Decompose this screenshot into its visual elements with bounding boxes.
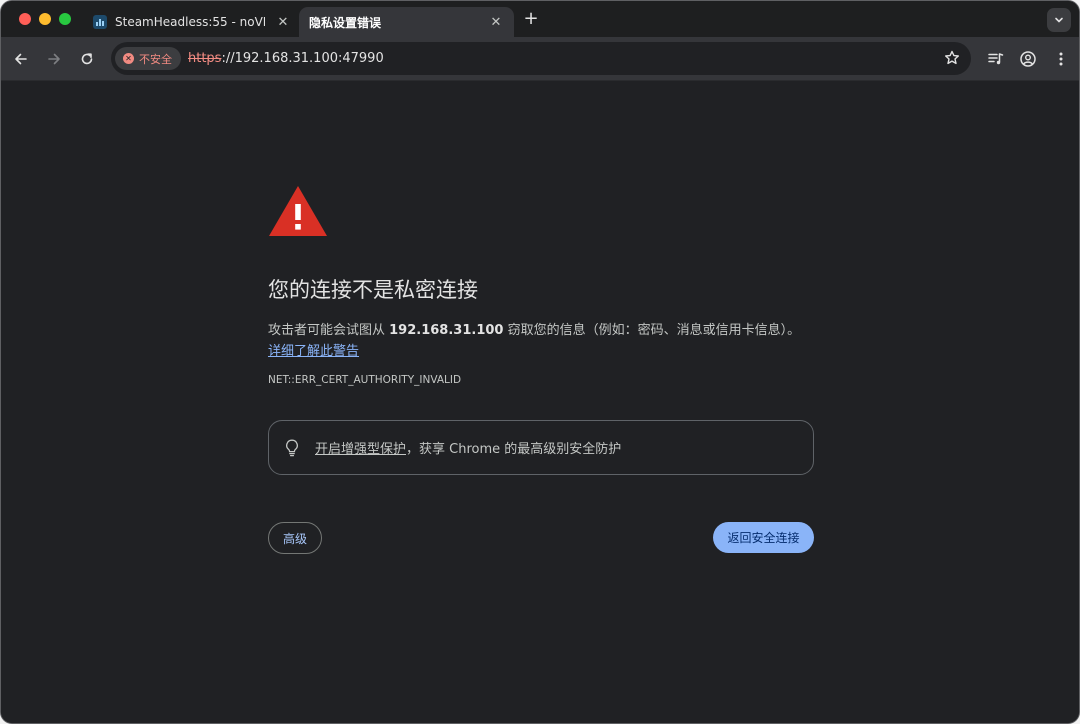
more-vert-icon [1059,52,1063,66]
learn-more-link[interactable]: 详细了解此警告 [268,340,359,359]
security-status-label: 不安全 [139,52,172,66]
desc-prefix: 攻击者可能会试图从 [268,323,390,338]
forward-button[interactable] [43,48,65,70]
tab-close-icon[interactable]: ✕ [488,15,504,30]
browser-window: SteamHeadless:55 - noVNC ✕ 隐私设置错误 ✕ + ✕ … [0,0,1080,724]
reload-button[interactable] [76,48,98,70]
address-bar[interactable]: ✕ 不安全 https://192.168.31.100:47990 [111,42,971,75]
profile-button[interactable] [1017,48,1039,70]
url-text[interactable]: https://192.168.31.100:47990 [188,51,384,66]
tab-title: SteamHeadless:55 - noVNC [115,15,265,29]
tab-strip: SteamHeadless:55 - noVNC ✕ 隐私设置错误 ✕ + [1,1,1079,37]
enhanced-protection-card: 开启增强型保护 ，获享 Chrome 的最高级别安全防护 [268,420,814,475]
not-secure-icon: ✕ [123,53,134,64]
lightbulb-icon [286,439,298,456]
bookmark-star-icon[interactable] [943,49,961,67]
back-button[interactable] [10,48,32,70]
chrome-menu-button[interactable] [1050,48,1072,70]
window-controls [19,13,71,25]
reading-list-button[interactable] [985,48,1007,70]
toolbar: ✕ 不安全 https://192.168.31.100:47990 [1,37,1079,81]
novnc-favicon-icon [93,15,107,29]
reload-icon [81,53,93,65]
error-description: 攻击者可能会试图从 192.168.31.100 窃取您的信息（例如：密码、消息… [268,319,800,338]
tab-steamheadless[interactable]: SteamHeadless:55 - noVNC ✕ [83,7,301,37]
enhanced-protection-link[interactable]: 开启增强型保护 [315,438,406,457]
minimize-window-button[interactable] [39,13,51,25]
new-tab-button[interactable]: + [521,9,541,29]
error-code: NET::ERR_CERT_AUTHORITY_INVALID [268,374,462,386]
page-title: 您的连接不是私密连接 [268,278,478,302]
warning-triangle-icon [269,186,327,236]
arrow-right-icon [48,53,60,65]
chevron-down-icon [1055,17,1063,23]
url-host: ://192.168.31.100:47990 [221,51,384,66]
close-window-button[interactable] [19,13,31,25]
advanced-button[interactable]: 高级 [268,522,322,554]
playlist-music-icon [988,53,1004,65]
tab-close-icon[interactable]: ✕ [275,15,291,30]
desc-suffix: 窃取您的信息（例如：密码、消息或信用卡信息）。 [503,323,801,338]
desc-host: 192.168.31.100 [389,323,504,338]
url-scheme: https [188,51,222,66]
privacy-error-page: 您的连接不是私密连接 攻击者可能会试图从 192.168.31.100 窃取您的… [1,82,1079,723]
tab-search-button[interactable] [1047,8,1071,32]
tab-title: 隐私设置错误 [309,15,382,30]
account-circle-icon [1020,51,1036,67]
tab-privacy-error[interactable]: 隐私设置错误 ✕ [299,7,514,37]
security-status-chip[interactable]: ✕ 不安全 [115,47,181,70]
enhanced-protection-text: ，获享 Chrome 的最高级别安全防护 [406,442,622,457]
back-to-safety-button[interactable]: 返回安全连接 [713,522,814,553]
arrow-left-icon [15,53,27,65]
maximize-window-button[interactable] [59,13,71,25]
